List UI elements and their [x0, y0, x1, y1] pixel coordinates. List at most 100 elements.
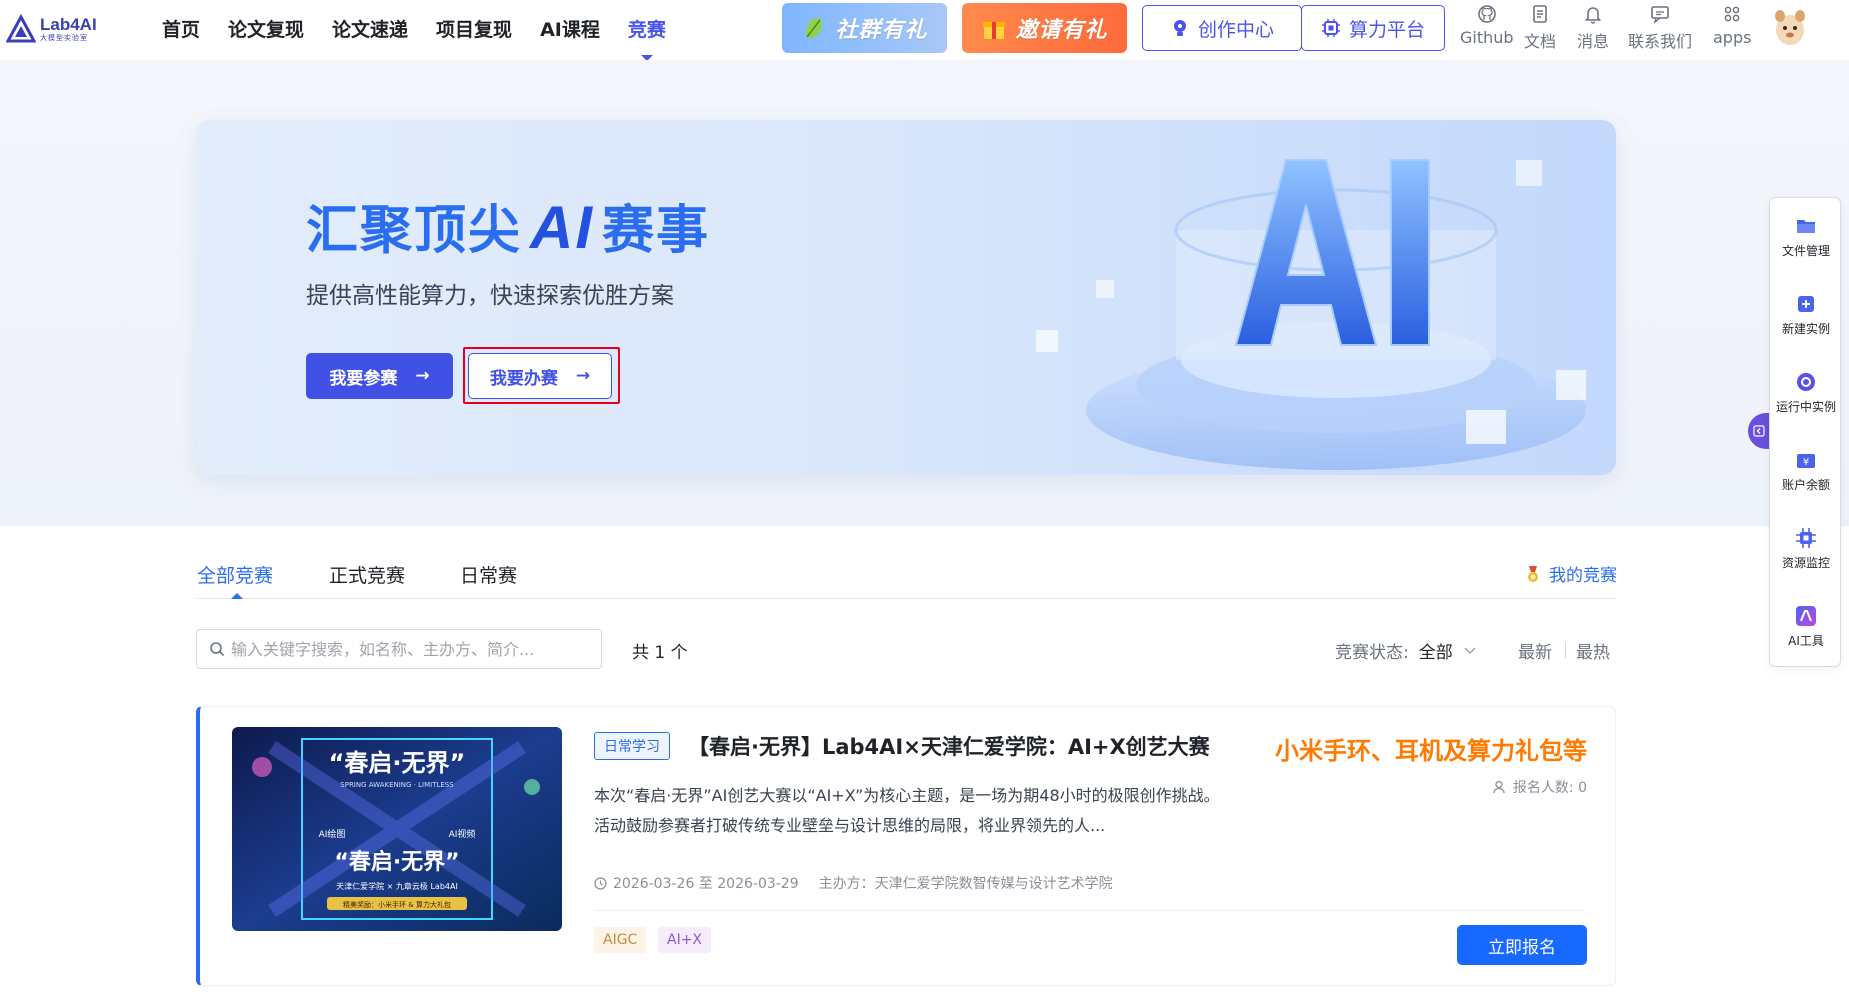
- sidebar-item-file-management[interactable]: 文件管理: [1770, 214, 1842, 259]
- competition-date-range: 2026-03-26 至 2026-03-29: [613, 876, 799, 892]
- sidebar-label-running-instances: 运行中实例: [1775, 400, 1836, 414]
- arrow-right-icon: →: [575, 366, 591, 386]
- medal-icon: [1528, 565, 1538, 582]
- collapse-arrow-icon: [1753, 425, 1765, 437]
- bulb-icon: [1173, 20, 1186, 36]
- compute-platform-label: 算力平台: [1348, 18, 1425, 41]
- user-avatar[interactable]: [1772, 8, 1808, 48]
- person-icon: [1493, 780, 1505, 794]
- community-gift-label: 社群有礼: [835, 18, 928, 43]
- competition-poster-image: “春启·无界” SPRING AWAKENING · LIMITLESS AI绘…: [232, 727, 562, 931]
- ai-3d-illustration: [1036, 159, 1586, 470]
- nav-item-project-reproduction[interactable]: 项目复现: [422, 15, 526, 45]
- add-instance-icon: [1798, 296, 1814, 312]
- github-link[interactable]: Github: [1460, 4, 1514, 47]
- sidebar-item-ai-tools[interactable]: AI工具: [1770, 604, 1842, 649]
- search-input[interactable]: [231, 639, 591, 659]
- status-filter-value: 全部: [1418, 643, 1453, 663]
- status-filter-dropdown[interactable]: 竞赛状态: 全部: [1335, 638, 1477, 663]
- sidebar-item-running-instances[interactable]: 运行中实例: [1770, 370, 1842, 415]
- competition-type-tag: 日常学习: [594, 732, 670, 760]
- document-icon: [1533, 5, 1547, 23]
- contact-us-link[interactable]: 联系我们: [1628, 4, 1692, 52]
- competition-prize: 小米手环、耳机及算力礼包等: [1275, 737, 1587, 765]
- main-navigation: 首页 论文复现 论文速递 项目复现 AI课程 竞赛: [148, 15, 680, 45]
- chat-icon: [1651, 6, 1669, 24]
- status-filter-label: 竞赛状态:: [1335, 643, 1409, 663]
- sidebar-item-new-instance[interactable]: 新建实例: [1770, 292, 1842, 337]
- sidebar-label-new-instance: 新建实例: [1781, 322, 1830, 336]
- join-competition-button[interactable]: 我要参赛 →: [306, 353, 453, 399]
- competition-meta: 2026-03-26 至 2026-03-29 主办方：天津仁爱学院数智传媒与设…: [594, 873, 1113, 893]
- competition-card[interactable]: “春启·无界” SPRING AWAKENING · LIMITLESS AI绘…: [196, 706, 1616, 986]
- host-competition-label: 我要办赛: [489, 368, 558, 389]
- hero-title-prefix: 汇聚顶尖: [306, 202, 523, 260]
- chip-icon: [1321, 19, 1340, 37]
- nav-item-competitions[interactable]: 竞赛: [614, 15, 680, 45]
- nav-item-paper-reproduction[interactable]: 论文复现: [214, 15, 318, 45]
- nav-item-paper-express[interactable]: 论文速递: [318, 15, 422, 45]
- result-count: 共 1 个: [632, 643, 688, 663]
- clock-icon: [594, 876, 607, 890]
- competition-organizer: 主办方：天津仁爱学院数智传媒与设计艺术学院: [818, 876, 1113, 892]
- compute-platform-button[interactable]: 算力平台: [1301, 5, 1445, 51]
- competition-tabs: 全部竞赛 正式竞赛 日常赛 我的竞赛: [197, 556, 1617, 599]
- github-label: Github: [1460, 28, 1514, 47]
- sidebar-label-account-balance: 账户余额: [1781, 478, 1830, 492]
- sort-latest[interactable]: 最新: [1518, 638, 1552, 663]
- contact-us-label: 联系我们: [1628, 32, 1693, 51]
- poster-footer: 天津仁爱学院 × 九章云极 Lab4AI: [336, 881, 458, 891]
- github-icon: [1477, 5, 1496, 23]
- wallet-icon: ¥: [1797, 454, 1815, 468]
- right-tool-sidebar: 文件管理 新建实例 运行中实例 ¥ 账户余额 资源监控 AI工具: [1769, 197, 1841, 667]
- arrow-right-icon: →: [415, 366, 430, 386]
- chevron-down-icon: [1464, 646, 1476, 654]
- hero-title-ai: AI: [530, 194, 595, 261]
- apps-grid-icon: [1724, 6, 1740, 22]
- sidebar-item-resource-monitor[interactable]: 资源监控: [1770, 526, 1842, 571]
- lab4ai-logo-icon: [6, 14, 36, 43]
- create-center-label: 创作中心: [1197, 18, 1274, 41]
- docs-link[interactable]: 文档: [1524, 4, 1556, 52]
- apps-link[interactable]: apps: [1713, 4, 1751, 47]
- poster-title-bottom: “春启·无界”: [334, 849, 459, 875]
- nav-item-home[interactable]: 首页: [148, 15, 214, 45]
- sidebar-item-account-balance[interactable]: ¥ 账户余额: [1770, 448, 1842, 493]
- invite-gift-label: 邀请有礼: [1015, 18, 1108, 43]
- hero-title-suffix: 赛事: [602, 202, 711, 260]
- sort-hottest[interactable]: 最热: [1576, 638, 1610, 663]
- sort-divider: [1565, 642, 1566, 658]
- tab-formal-competitions[interactable]: 正式竞赛: [329, 561, 405, 588]
- hero-title: 汇聚顶尖 AI 赛事: [306, 188, 710, 263]
- join-competition-label: 我要参赛: [329, 368, 398, 389]
- nav-item-ai-courses[interactable]: AI课程: [526, 15, 614, 45]
- competition-title[interactable]: 【春启·无界】Lab4AI×天津仁爱学院：AI+X创艺大赛: [688, 731, 1210, 761]
- enroll-now-button[interactable]: 立即报名: [1457, 925, 1587, 965]
- community-gift-banner[interactable]: 社群有礼: [782, 3, 947, 53]
- active-tab-indicator: [231, 593, 243, 599]
- poster-side-right: AI视频: [449, 828, 476, 840]
- host-competition-button[interactable]: 我要办赛 →: [468, 353, 612, 399]
- hero-subtitle: 提供高性能算力，快速探索优胜方案: [306, 283, 674, 309]
- create-center-button[interactable]: 创作中心: [1142, 5, 1302, 51]
- tab-daily-competitions[interactable]: 日常赛: [460, 561, 517, 588]
- poster-subtitle: SPRING AWAKENING · LIMITLESS: [340, 781, 454, 789]
- tag-chip-aigc: AIGC: [594, 927, 647, 953]
- card-divider: [594, 910, 1584, 911]
- sidebar-label-file-management: 文件管理: [1781, 244, 1830, 258]
- apps-label: apps: [1713, 28, 1752, 47]
- folder-icon: [1797, 220, 1815, 233]
- brand-subtitle: 大模型实验室: [40, 34, 88, 42]
- tab-all-competitions[interactable]: 全部竞赛: [197, 561, 273, 588]
- brand-logo[interactable]: Lab4AI 大模型实验室: [6, 14, 97, 44]
- competition-description: 本次“春启·无界”AI创艺大赛以“AI+X”为核心主题，是一场为期48小时的极限…: [594, 786, 1220, 835]
- search-icon: [210, 642, 225, 657]
- leaf-icon: [806, 17, 823, 39]
- docs-label: 文档: [1524, 32, 1557, 51]
- enroll-count: 报名人数: 0: [1493, 777, 1587, 797]
- sidebar-label-resource-monitor: 资源监控: [1781, 556, 1830, 570]
- poster-side-left: AI绘图: [319, 828, 346, 840]
- my-competitions-link[interactable]: 我的竞赛: [1523, 561, 1617, 586]
- messages-link[interactable]: 消息: [1577, 4, 1609, 52]
- invite-gift-banner[interactable]: 邀请有礼: [962, 3, 1127, 53]
